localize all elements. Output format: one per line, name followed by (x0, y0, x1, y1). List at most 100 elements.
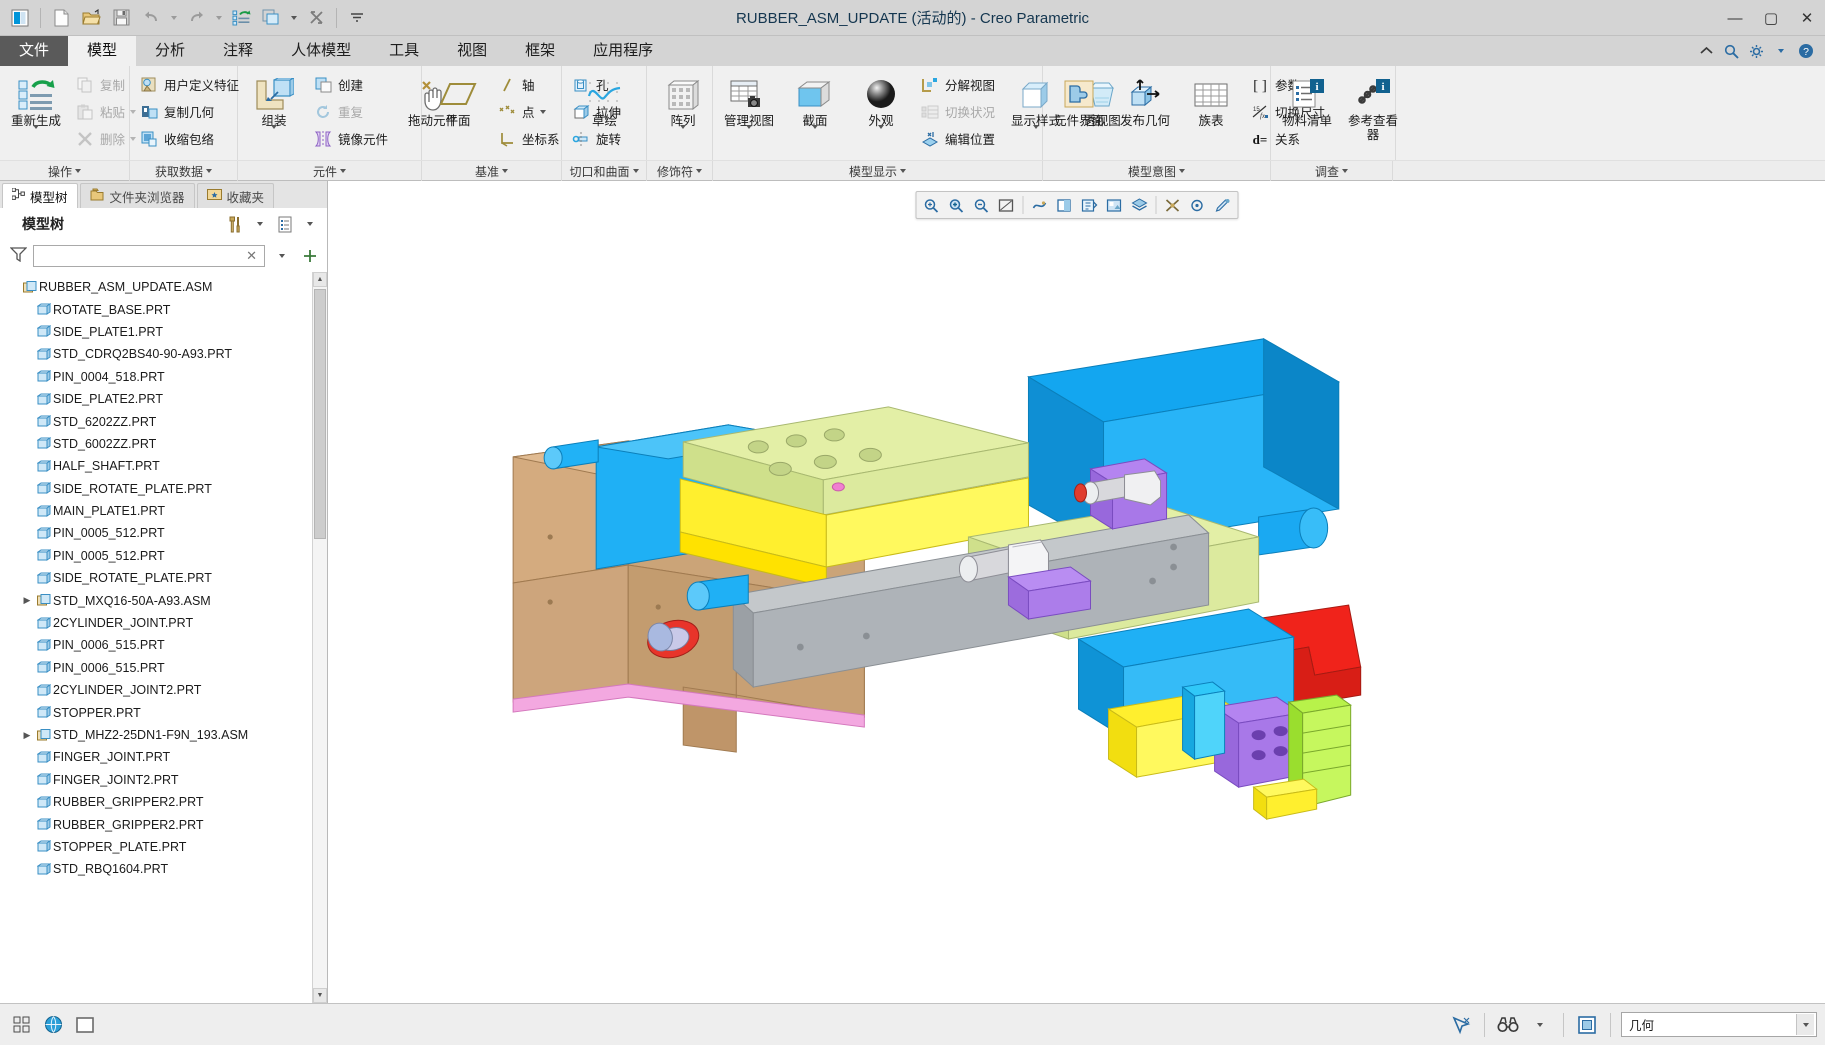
scene-icon[interactable] (1102, 193, 1126, 217)
datum-display-icon[interactable] (1027, 193, 1051, 217)
settings-dropdown-icon[interactable] (249, 213, 271, 235)
regenerate-icon[interactable] (227, 4, 255, 32)
ribbon-button-datum-point[interactable]: 点 (493, 98, 566, 125)
ribbon-button-shrinkwrap[interactable]: 收缩包络 (135, 125, 245, 152)
left-panel-tab-model-tree[interactable]: 模型树 (2, 183, 78, 208)
model-tree-item[interactable]: STD_RBQ1604.PRT (0, 858, 312, 880)
ribbon-button-datum-csys[interactable]: 坐标系 (493, 125, 566, 152)
refit-icon[interactable] (994, 193, 1018, 217)
status-grid-icon[interactable] (8, 1012, 34, 1038)
model-tree-item[interactable]: RUBBER_ASM_UPDATE.ASM (0, 276, 312, 298)
new-file-icon[interactable] (47, 4, 75, 32)
ribbon-button-toggle-status[interactable]: 切换状况 (916, 98, 1001, 125)
customize-qat-icon[interactable] (343, 4, 371, 32)
datum-point-dropdown-icon[interactable] (539, 109, 546, 114)
ribbon-group-label-2[interactable]: 元件 (238, 161, 422, 181)
group-dropdown-icon-6[interactable] (900, 169, 906, 173)
model-tree-item[interactable]: HALF_SHAFT.PRT (0, 455, 312, 477)
pattern-dropdown-icon[interactable] (680, 125, 686, 144)
redo-icon[interactable] (182, 4, 210, 32)
ribbon-group-label-8[interactable]: 调查 (1271, 161, 1393, 181)
minimize-button[interactable]: — (1717, 0, 1753, 36)
scroll-track[interactable] (313, 287, 327, 988)
ribbon-button-pattern[interactable]: 阵列 (652, 71, 714, 145)
redo-dropdown-icon[interactable] (212, 4, 225, 32)
model-tree-item[interactable]: SIDE_PLATE2.PRT (0, 388, 312, 410)
selection-filter-icon[interactable] (1448, 1012, 1474, 1038)
layers-icon[interactable] (1127, 193, 1151, 217)
saved-orientations-icon[interactable] (1077, 193, 1101, 217)
ribbon-tab-3[interactable]: 注释 (204, 36, 273, 66)
ribbon-tab-6[interactable]: 视图 (438, 36, 507, 66)
status-window-icon[interactable] (72, 1012, 98, 1038)
appearance-dropdown-icon[interactable] (878, 125, 884, 144)
ribbon-button-create[interactable]: 创建 (309, 71, 394, 98)
ribbon-button-family-table[interactable]: 族表 (1180, 71, 1242, 129)
ribbon-button-extrude[interactable]: 拉伸 (567, 98, 627, 125)
ribbon-button-bom[interactable]: i 物料清单 (1276, 71, 1338, 129)
ribbon-button-assemble[interactable]: 组装 (243, 71, 305, 145)
model-tree[interactable]: RUBBER_ASM_UPDATE.ASM ROTATE_BASE.PRT SIDE… (0, 272, 312, 1003)
left-panel-tab-favorites[interactable]: 收藏夹 (196, 183, 275, 208)
ribbon-button-udf[interactable]: 用户定义特征 (135, 71, 245, 98)
ribbon-tab-7[interactable]: 框架 (506, 36, 575, 66)
settings-hammer-icon[interactable] (224, 213, 246, 235)
clear-filter-icon[interactable]: ✕ (243, 248, 260, 264)
zoom-out-icon[interactable] (969, 193, 993, 217)
graphics-area[interactable] (328, 181, 1825, 1003)
model-tree-item[interactable]: FINGER_JOINT.PRT (0, 746, 312, 768)
expand-arrow-icon[interactable]: ▶ (20, 595, 34, 606)
ribbon-tab-4[interactable]: 人体模型 (272, 36, 371, 66)
model-tree-item[interactable]: ▶ STD_MXQ16-50A-A93.ASM (0, 589, 312, 611)
settings-dropdown-icon[interactable] (1772, 42, 1790, 60)
model-tree-item[interactable]: STOPPER_PLATE.PRT (0, 836, 312, 858)
group-dropdown-icon-1[interactable] (206, 169, 212, 173)
tree-filter-box[interactable]: ✕ (33, 245, 265, 267)
scroll-thumb[interactable] (314, 289, 326, 539)
status-globe-icon[interactable] (40, 1012, 66, 1038)
model-tree-item[interactable]: STD_CDRQ2BS40-90-A93.PRT (0, 343, 312, 365)
assemble-dropdown-icon[interactable] (271, 125, 277, 144)
model-tree-item[interactable]: PIN_0005_512.PRT (0, 522, 312, 544)
ribbon-group-label-0[interactable]: 操作 (0, 161, 130, 181)
model-tree-item[interactable]: STD_6002ZZ.PRT (0, 433, 312, 455)
expand-arrow-icon[interactable]: ▶ (20, 730, 34, 741)
model-tree-item[interactable]: PIN_0005_512.PRT (0, 545, 312, 567)
model-tree-item[interactable]: PIN_0004_518.PRT (0, 366, 312, 388)
save-icon[interactable] (107, 4, 135, 32)
ribbon-tab-5[interactable]: 工具 (370, 36, 439, 66)
search-icon[interactable] (1722, 42, 1740, 60)
app-logo-icon[interactable] (6, 4, 34, 32)
model-tree-item[interactable]: 2CYLINDER_JOINT2.PRT (0, 679, 312, 701)
selection-filter-combo[interactable]: 几何 (1621, 1012, 1817, 1037)
zoom-in-icon[interactable] (944, 193, 968, 217)
spin-center-icon[interactable] (1185, 193, 1209, 217)
model-tree-item[interactable]: 2CYLINDER_JOINT.PRT (0, 612, 312, 634)
ribbon-button-regenerate[interactable]: 重新生成 (5, 71, 67, 145)
model-tree-item[interactable]: SIDE_ROTATE_PLATE.PRT (0, 567, 312, 589)
maximize-button[interactable]: ▢ (1753, 0, 1789, 36)
ribbon-button-manage-views[interactable]: 管理视图 (718, 71, 780, 145)
model-tree-item[interactable]: STD_6202ZZ.PRT (0, 410, 312, 432)
group-dropdown-icon-3[interactable] (502, 169, 508, 173)
section-dropdown-icon[interactable] (812, 125, 818, 144)
close-button[interactable]: ✕ (1789, 0, 1825, 36)
ribbon-button-appearance[interactable]: 外观 (850, 71, 912, 145)
display-style-icon[interactable] (1052, 193, 1076, 217)
window-icon[interactable] (257, 4, 285, 32)
group-dropdown-icon-2[interactable] (340, 169, 346, 173)
left-panel-tab-folder-browser[interactable]: 文件夹浏览器 (79, 183, 195, 208)
ribbon-group-label-3[interactable]: 基准 (422, 161, 562, 181)
ribbon-button-copy-geometry[interactable]: 复制几何 (135, 98, 245, 125)
model-tree-item[interactable]: RUBBER_GRIPPER2.PRT (0, 813, 312, 835)
selection-filter-dropdown-icon[interactable] (1796, 1014, 1814, 1035)
ribbon-group-label-5[interactable]: 修饰符 (647, 161, 713, 181)
ribbon-button-repeat[interactable]: 重复 (309, 98, 394, 125)
search-binoculars-icon[interactable] (1495, 1012, 1521, 1038)
selection-box-icon[interactable] (1574, 1012, 1600, 1038)
search-dropdown-icon[interactable] (1527, 1012, 1553, 1038)
undo-dropdown-icon[interactable] (167, 4, 180, 32)
ribbon-button-datum-plane[interactable]: 平面 (427, 71, 489, 129)
add-filter-icon[interactable] (299, 245, 321, 267)
manage-views-dropdown-icon[interactable] (746, 125, 752, 144)
